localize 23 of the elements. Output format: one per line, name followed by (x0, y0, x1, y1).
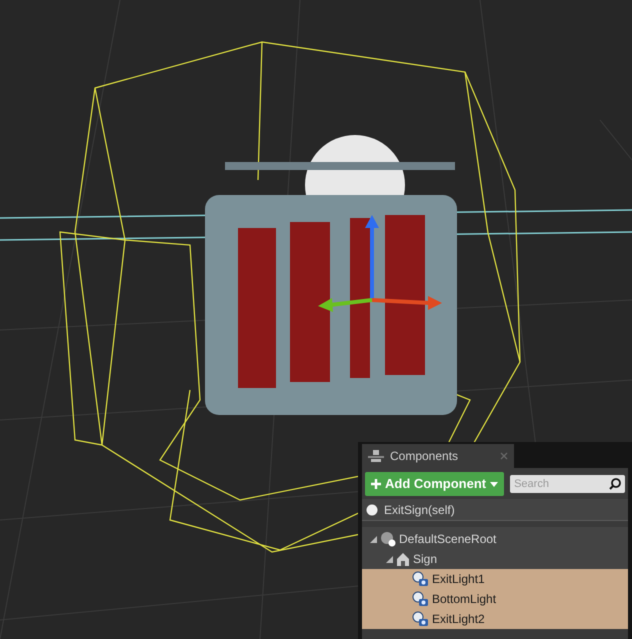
collapse-triangle-icon[interactable] (370, 536, 377, 542)
tree-item[interactable]: ExitLight2 (362, 609, 628, 629)
tree-item[interactable]: Sign (362, 549, 628, 569)
tab-label: Components (390, 448, 458, 465)
components-icon (368, 450, 384, 462)
tree-item[interactable]: ExitLight1 (362, 569, 628, 589)
collapse-triangle-icon[interactable] (386, 556, 393, 562)
exit-sign-model-drawing[interactable] (205, 135, 457, 415)
search-icon[interactable] (609, 478, 621, 490)
caret-icon (490, 482, 498, 486)
sphere-icon (366, 504, 378, 516)
tree-item[interactable]: BottomLight (362, 589, 628, 609)
house-icon (396, 552, 410, 566)
transform-gizmo-icon[interactable] (318, 215, 442, 312)
search-field[interactable]: Search (510, 475, 625, 493)
sphere-icon (380, 531, 396, 547)
plus-icon (371, 479, 381, 489)
tree-item[interactable]: DefaultSceneRoot (362, 529, 628, 549)
light-component-icon (412, 611, 429, 627)
light-component-icon (412, 591, 429, 607)
light-component-icon (412, 571, 429, 587)
self-item[interactable]: ExitSign(self) (362, 499, 628, 521)
components-tab[interactable]: Components (362, 444, 514, 468)
